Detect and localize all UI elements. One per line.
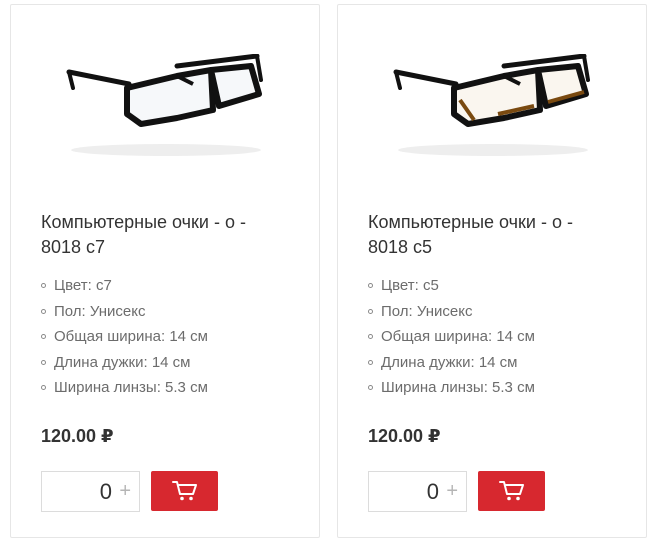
bullet-icon [368,283,373,289]
bullet-icon [41,359,46,365]
spec-item: Пол: Унисекс [368,299,535,325]
product-grid: Компьютерные очки - о - 8018 с7 Цвет: с7… [0,0,650,546]
cart-icon [171,481,197,501]
product-price: 120.00 ₽ [368,426,441,446]
glasses-black-frame-icon [66,54,263,156]
spec-item: Цвет: с7 [41,273,208,299]
quantity-stepper[interactable]: 0 + [41,471,140,512]
cart-icon [498,481,524,501]
bullet-icon [41,385,46,391]
product-title[interactable]: Компьютерные очки - о - 8018 с7 [41,210,291,260]
bullet-icon [368,308,373,314]
product-specs: Цвет: с5 Пол: Унисекс Общая ширина: 14 с… [368,273,535,401]
bullet-icon [41,334,46,340]
quantity-input[interactable]: 0 [369,472,439,511]
plus-button[interactable]: + [119,472,131,511]
spec-item: Ширина линзы: 5.3 см [368,375,535,401]
bullet-icon [41,283,46,289]
spec-item: Общая ширина: 14 см [368,324,535,350]
product-title[interactable]: Компьютерные очки - о - 8018 с5 [368,210,618,260]
spec-item: Длина дужки: 14 см [368,350,535,376]
product-image[interactable] [31,29,301,189]
plus-button[interactable]: + [446,472,458,511]
quantity-input[interactable]: 0 [42,472,112,511]
spec-item: Общая ширина: 14 см [41,324,208,350]
bullet-icon [368,385,373,391]
add-to-cart-button[interactable] [478,471,545,511]
product-specs: Цвет: с7 Пол: Унисекс Общая ширина: 14 с… [41,273,208,401]
product-card: Компьютерные очки - о - 8018 с5 Цвет: с5… [337,4,647,538]
spec-item: Пол: Унисекс [41,299,208,325]
product-image[interactable] [358,29,628,189]
quantity-stepper[interactable]: 0 + [368,471,467,512]
product-price: 120.00 ₽ [41,426,114,446]
spec-item: Ширина линзы: 5.3 см [41,375,208,401]
spec-item: Цвет: с5 [368,273,535,299]
glasses-brown-frame-icon [393,54,590,156]
bullet-icon [368,359,373,365]
bullet-icon [368,334,373,340]
spec-item: Длина дужки: 14 см [41,350,208,376]
product-card: Компьютерные очки - о - 8018 с7 Цвет: с7… [10,4,320,538]
bullet-icon [41,308,46,314]
add-to-cart-button[interactable] [151,471,218,511]
